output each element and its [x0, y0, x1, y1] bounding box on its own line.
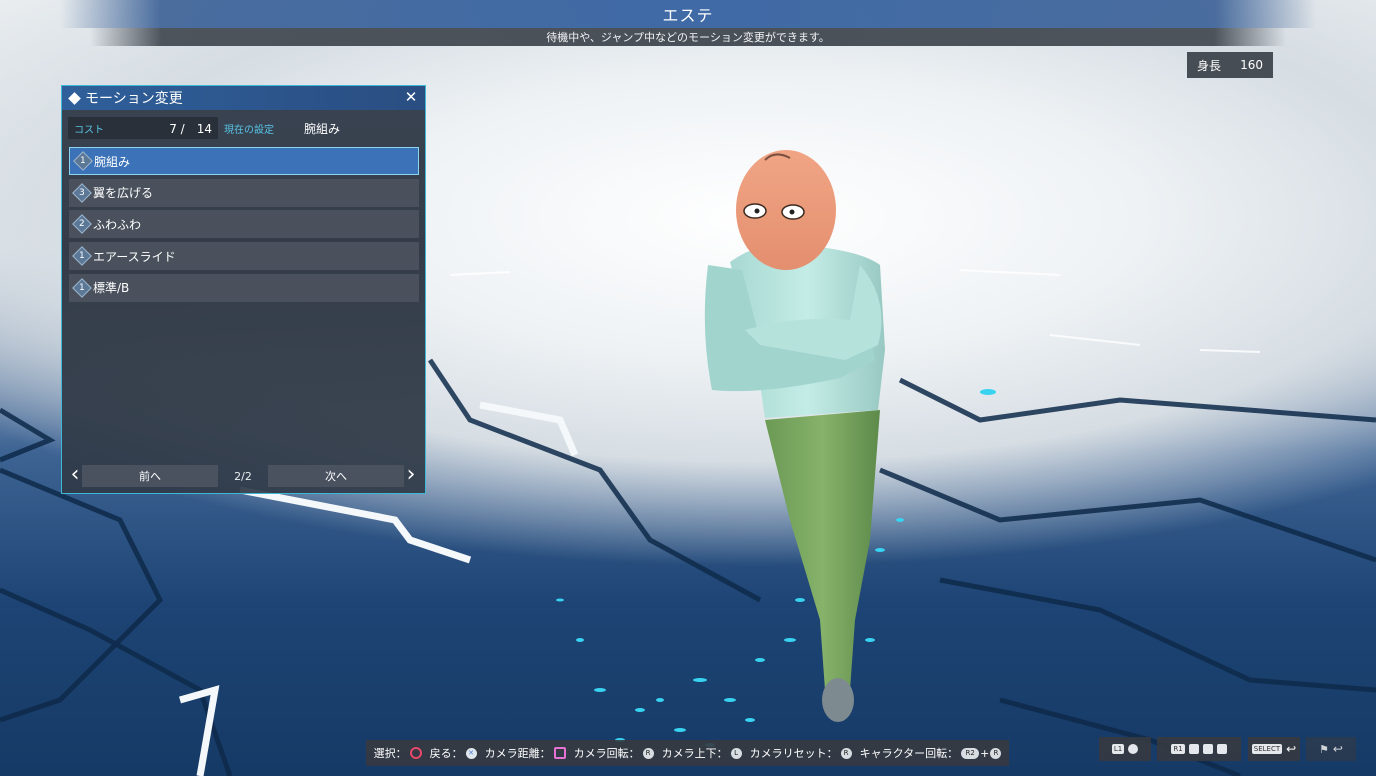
chevron-right-icon[interactable]: › [404, 464, 418, 488]
list-item-label: エアースライド [93, 249, 176, 264]
cost-badge-icon: 1 [72, 277, 92, 298]
list-item[interactable]: 1 標準/B [69, 273, 419, 302]
list-item[interactable]: 1 エアースライド [69, 242, 419, 271]
next-page-button[interactable]: 次へ [268, 465, 404, 487]
character-model [704, 150, 885, 722]
prev-page-button[interactable]: 前へ [82, 465, 218, 487]
help-back: 戻る： ✕ [430, 745, 477, 761]
r3-button-icon: R [840, 747, 852, 759]
height-label: 身長 [1197, 58, 1222, 73]
help-select: 選択： [374, 745, 422, 761]
cost-label: コスト [74, 124, 104, 136]
help-camera-reset: カメラリセット： R [750, 745, 852, 761]
right-stick-icon: R [642, 747, 654, 759]
cost-badge-icon: 1 [73, 151, 93, 171]
help-camera-updown: カメラ上下： L [662, 745, 742, 761]
face-icon [1128, 744, 1139, 754]
right-stick-icon: R [990, 747, 1002, 759]
title-banner: エステ [60, 0, 1316, 28]
current-setting-value: 腕組み [304, 121, 341, 136]
controls-help-bar: 選択： 戻る： ✕ カメラ距離： カメラ回転： R カメラ上下： L カメラリセ… [366, 740, 1009, 766]
screen-subtitle: 待機中や、ジャンプ中などのモーション変更ができます。 [546, 31, 830, 44]
left-stick-icon: L [730, 747, 742, 759]
shortcut-select[interactable]: SELECT ↩ [1248, 737, 1300, 761]
motion-change-panel: モーション変更 ✕ コスト 7 / 14 現在の設定 腕組み 1 腕組み 3 翼… [61, 85, 426, 494]
current-setting-label: 現在の設定 [224, 124, 274, 136]
help-character-rotate: キャラクター回転： R2 + R [860, 745, 1002, 761]
circle-button-icon [409, 747, 422, 759]
return-icon: ↩ [1332, 742, 1343, 756]
subtitle-banner: 待機中や、ジャンプ中などのモーション変更ができます。 [90, 28, 1286, 46]
l1-key-icon: L1 [1111, 744, 1125, 754]
cost-value: 7 / 14 [169, 121, 212, 136]
select-key-icon: SELECT [1251, 744, 1283, 754]
cost-badge-icon: 2 [72, 214, 92, 235]
panel-header: モーション変更 ✕ [62, 86, 425, 110]
clothes-icon [1188, 744, 1199, 754]
height-display: 身長 160 [1187, 52, 1273, 78]
flag-icon: ⚑ [1319, 742, 1329, 756]
return-icon: ↩ [1286, 742, 1297, 756]
cost-badge-icon: 3 [72, 182, 92, 203]
r2-button-icon: R2 [961, 747, 980, 759]
list-item[interactable]: 3 翼を広げる [69, 178, 419, 207]
cost-row: コスト 7 / 14 現在の設定 腕組み [68, 117, 418, 139]
page-indicator: 2/2 [234, 469, 252, 483]
shortcut-face[interactable]: L1 [1099, 737, 1151, 761]
panel-title: モーション変更 [85, 91, 183, 107]
list-item[interactable]: 2 ふわふわ [69, 210, 419, 239]
list-item-label: 腕組み [94, 154, 131, 169]
cost-box: コスト 7 / 14 [68, 117, 218, 139]
r1-key-icon: R1 [1171, 744, 1185, 754]
list-item[interactable]: 1 腕組み [69, 147, 419, 175]
chevron-left-icon[interactable]: ‹ [68, 464, 82, 488]
diamond-icon [68, 91, 81, 105]
pager: ‹ 前へ 2/2 次へ › [68, 464, 420, 488]
list-item-label: 翼を広げる [93, 186, 154, 201]
screen-title: エステ [662, 6, 714, 25]
cross-button-icon: ✕ [465, 747, 477, 759]
shortcut-flag[interactable]: ⚑ ↩ [1306, 737, 1356, 761]
shortcut-clothes[interactable]: R1 [1157, 737, 1241, 761]
list-item-label: 標準/B [93, 281, 130, 296]
motion-list: 1 腕組み 3 翼を広げる 2 ふわふわ 1 エアースライド 1 標準/B [69, 147, 419, 305]
clothes-icon [1202, 744, 1213, 754]
list-item-label: ふわふわ [93, 217, 142, 232]
cost-badge-icon: 1 [72, 246, 92, 266]
square-button-icon [553, 747, 566, 759]
close-icon[interactable]: ✕ [403, 89, 419, 105]
help-camera-distance: カメラ距離： [485, 745, 566, 761]
help-camera-rotate: カメラ回転： R [574, 745, 654, 761]
clothes-icon [1216, 744, 1227, 754]
height-value: 160 [1240, 58, 1263, 72]
